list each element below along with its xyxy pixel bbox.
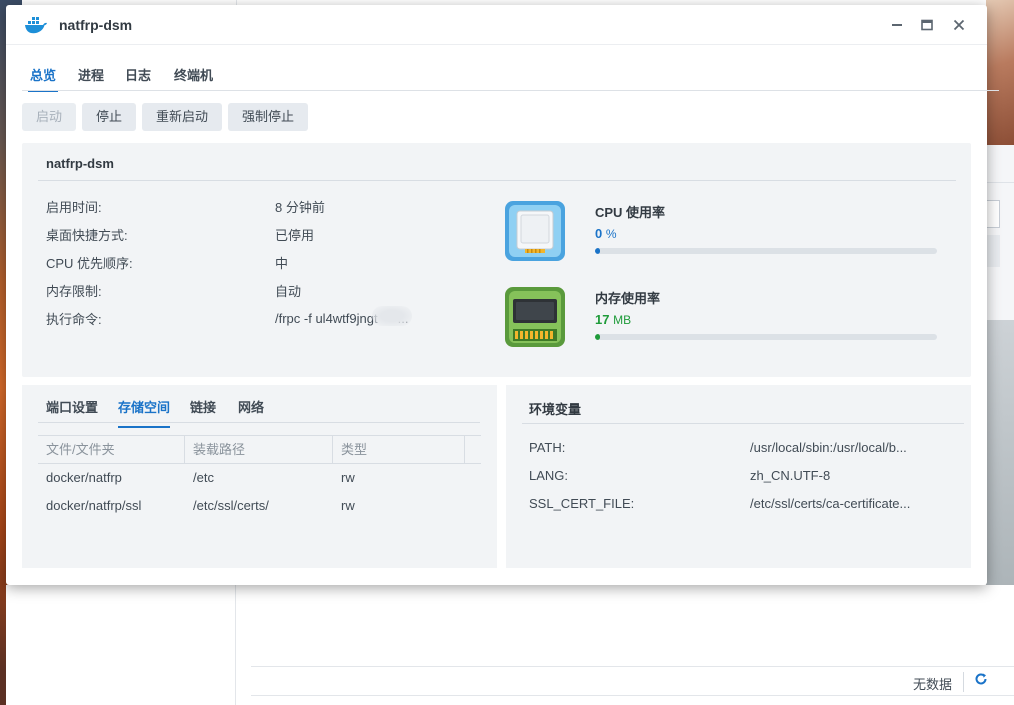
tab-process[interactable]: 进程 bbox=[78, 65, 104, 84]
cpu-chip-icon bbox=[503, 199, 567, 263]
cpu-usage-fill bbox=[595, 248, 601, 254]
memory-usage-label: 内存使用率 bbox=[595, 291, 661, 306]
column-header-file[interactable]: 文件/文件夹 bbox=[38, 436, 185, 464]
memory-usage-fill bbox=[595, 334, 601, 340]
maximize-icon[interactable] bbox=[916, 14, 938, 36]
env-key: LANG: bbox=[529, 468, 569, 483]
env-value: zh_CN.UTF-8 bbox=[750, 468, 831, 483]
redaction-blur bbox=[371, 306, 412, 326]
env-key: SSL_CERT_FILE: bbox=[529, 496, 635, 511]
env-value: /etc/ssl/certs/ca-certificate... bbox=[750, 496, 911, 511]
background-input[interactable] bbox=[987, 200, 1000, 228]
stop-button[interactable]: 停止 bbox=[82, 103, 136, 131]
docker-whale-icon bbox=[24, 14, 48, 36]
memory-limit-label: 内存限制: bbox=[46, 284, 102, 299]
mount-path-cell: /etc bbox=[193, 470, 214, 485]
memory-chip-icon bbox=[503, 285, 567, 349]
command-text: /frpc -f ul4wtf9jngt bbox=[275, 311, 378, 326]
background-window-panel bbox=[986, 145, 1014, 320]
column-header-type[interactable]: 类型 bbox=[333, 436, 465, 464]
background-status-text: 无数据 bbox=[912, 677, 952, 692]
container-name: natfrp-dsm bbox=[46, 156, 114, 171]
restart-button[interactable]: 重新启动 bbox=[142, 103, 222, 131]
cpu-usage-label: CPU 使用率 bbox=[595, 205, 666, 220]
type-cell: rw bbox=[341, 470, 355, 485]
background-window-content: 无数据 bbox=[236, 585, 1014, 705]
title-bar[interactable]: natfrp-dsm bbox=[6, 5, 987, 45]
env-value: /usr/local/sbin:/usr/local/b... bbox=[750, 440, 907, 455]
desktop-shortcut-value: 已停用 bbox=[275, 228, 315, 243]
subtab-storage[interactable]: 存储空间 bbox=[118, 397, 171, 428]
panel-divider bbox=[522, 423, 964, 424]
main-tabs: 总览 进程 日志 终端机 bbox=[22, 45, 1000, 92]
overview-panel: natfrp-dsm 启用时间: 8 分钟前 桌面快捷方式: 已停用 CPU 优… bbox=[22, 143, 971, 377]
background-button[interactable] bbox=[987, 235, 1000, 267]
environment-panel: 环境变量 PATH: /usr/local/sbin:/usr/local/b.… bbox=[506, 385, 971, 568]
tab-terminal[interactable]: 终端机 bbox=[174, 65, 213, 84]
column-header-mount-path[interactable]: 装载路径 bbox=[185, 436, 333, 464]
force-stop-button[interactable]: 强制停止 bbox=[228, 103, 308, 131]
env-title: 环境变量 bbox=[529, 402, 582, 417]
cpu-priority-label: CPU 优先顺序: bbox=[46, 256, 133, 271]
uptime-value: 8 分钟前 bbox=[275, 200, 325, 215]
background-divider bbox=[987, 182, 1014, 183]
volume-table: 文件/文件夹 装载路径 类型 docker/natfrp /etc rw doc… bbox=[38, 435, 481, 520]
panel-divider bbox=[38, 180, 956, 181]
tabs-divider bbox=[22, 90, 999, 91]
type-cell: rw bbox=[341, 498, 355, 513]
background-sidebar bbox=[6, 585, 236, 705]
background-divider bbox=[251, 666, 1014, 667]
command-value: /frpc -f ul4wtf9jngt... bbox=[275, 306, 412, 326]
background-divider bbox=[251, 695, 1014, 696]
background-separator bbox=[963, 672, 964, 692]
storage-panel: 端口设置 存储空间 链接 网络 文件/文件夹 装载路径 类型 docker/na… bbox=[22, 385, 497, 568]
table-row[interactable]: docker/natfrp /etc rw bbox=[38, 464, 481, 492]
tab-overview[interactable]: 总览 bbox=[27, 65, 59, 92]
refresh-icon[interactable] bbox=[974, 672, 988, 691]
start-button[interactable]: 启动 bbox=[22, 103, 76, 131]
close-icon[interactable] bbox=[948, 14, 970, 36]
command-label: 执行命令: bbox=[46, 312, 102, 327]
env-key: PATH: bbox=[529, 440, 566, 455]
container-detail-window: natfrp-dsm 总览 进程 日志 终端机 启动 停止 重新启动 强制停止 … bbox=[6, 5, 999, 585]
cpu-usage-bar bbox=[595, 248, 937, 254]
memory-usage-value: 17 MB bbox=[595, 312, 632, 327]
subtabs-divider bbox=[38, 422, 480, 423]
subtab-links[interactable]: 链接 bbox=[190, 397, 216, 416]
table-row[interactable]: docker/natfrp/ssl /etc/ssl/certs/ rw bbox=[38, 492, 481, 520]
file-cell: docker/natfrp bbox=[46, 470, 122, 485]
file-cell: docker/natfrp/ssl bbox=[46, 498, 142, 513]
desktop-shortcut-label: 桌面快捷方式: bbox=[46, 228, 128, 243]
minimize-icon[interactable] bbox=[886, 14, 908, 36]
cpu-priority-value: 中 bbox=[275, 256, 289, 271]
subtab-network[interactable]: 网络 bbox=[238, 397, 264, 416]
cpu-usage-value: 0 % bbox=[595, 226, 617, 241]
uptime-label: 启用时间: bbox=[46, 200, 102, 215]
memory-usage-bar bbox=[595, 334, 937, 340]
memory-limit-value: 自动 bbox=[275, 284, 302, 299]
tab-log[interactable]: 日志 bbox=[125, 65, 151, 84]
window-title: natfrp-dsm bbox=[59, 17, 133, 33]
table-header: 文件/文件夹 装载路径 类型 bbox=[38, 435, 481, 464]
mount-path-cell: /etc/ssl/certs/ bbox=[193, 498, 269, 513]
subtab-port-settings[interactable]: 端口设置 bbox=[46, 397, 98, 416]
